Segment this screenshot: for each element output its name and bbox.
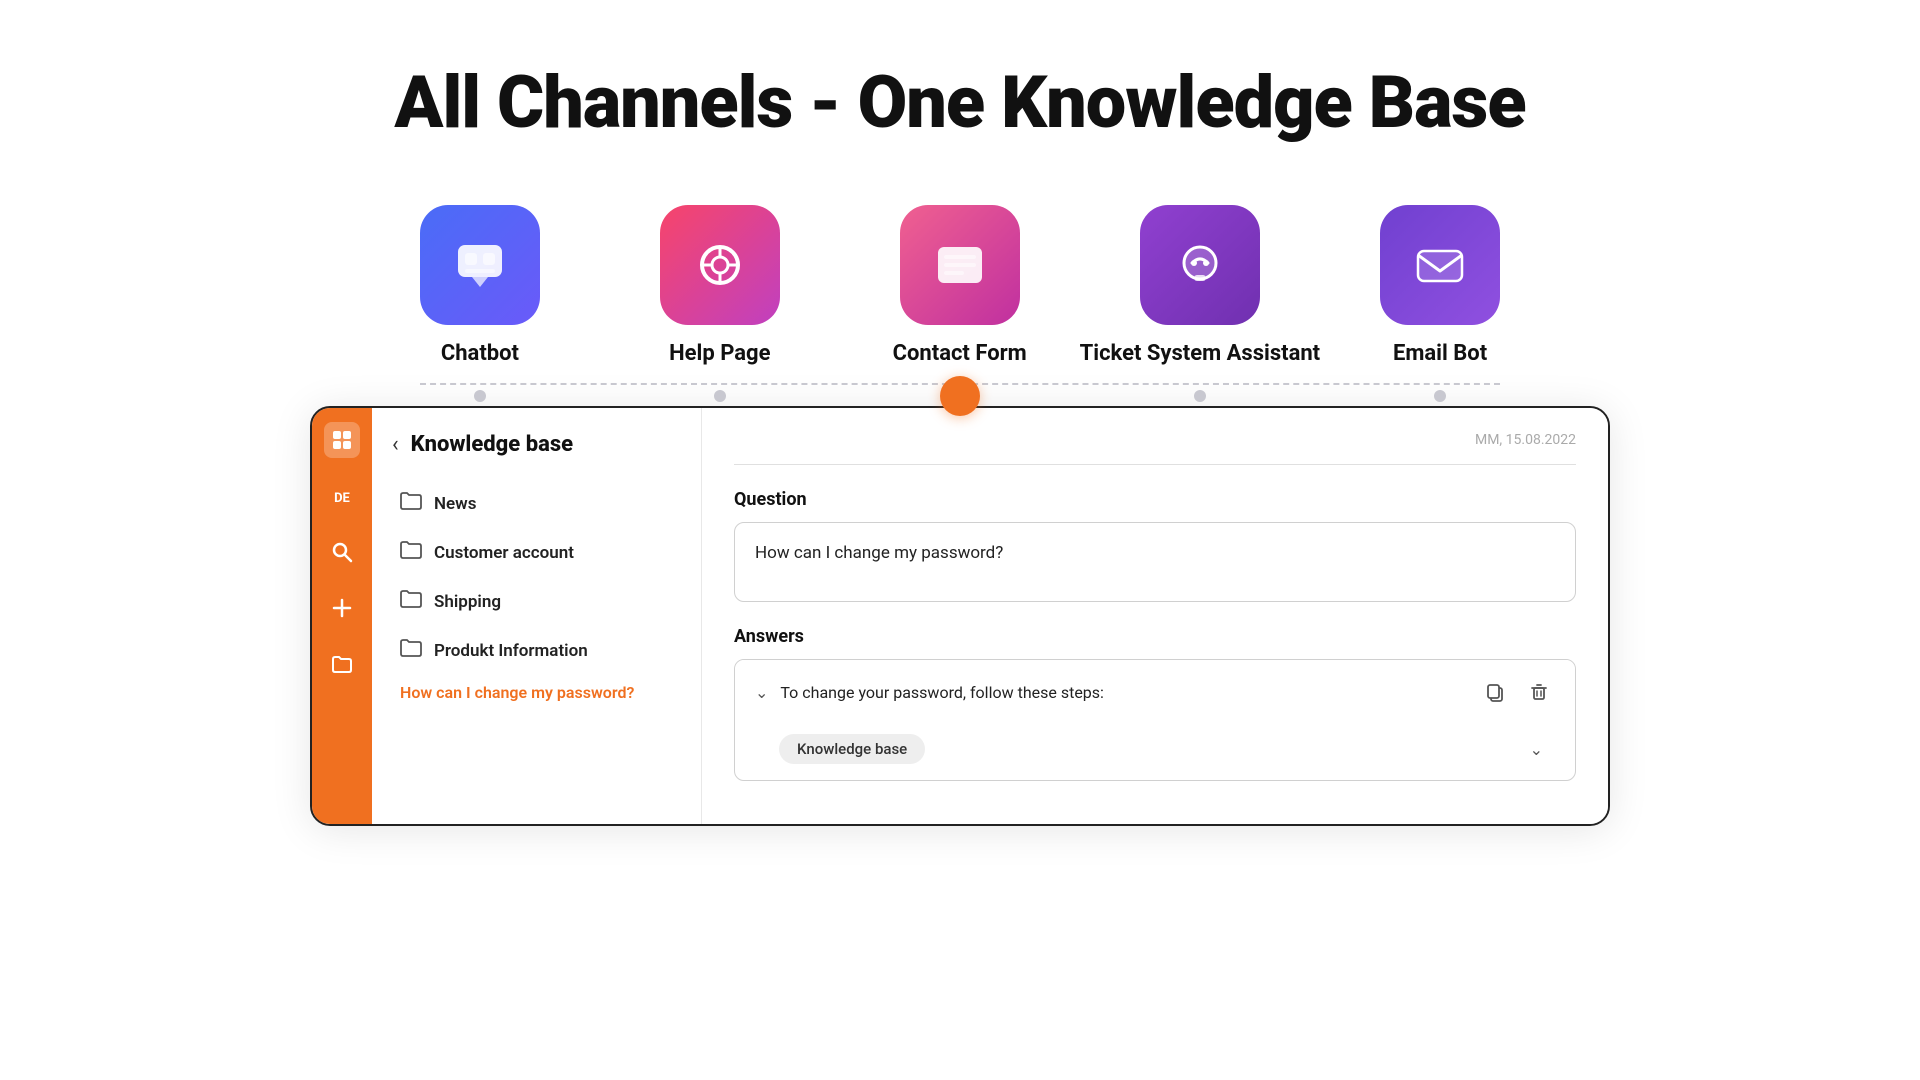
chatbot-label: Chatbot [441,341,519,366]
answer-tag[interactable]: Knowledge base [779,734,925,764]
sidebar-grid-icon[interactable] [324,422,360,458]
content-date: MM, 15.08.2022 [734,432,1576,448]
ticketsystem-label: Ticket System Assistant [1080,341,1321,366]
ticketsystem-dot [1194,390,1206,402]
sidebar-folder-icon[interactable] [324,646,360,682]
nav-item-customer-label: Customer account [434,543,574,563]
tag-chevron-icon: ⌄ [1530,740,1543,759]
channel-ticketsystem[interactable]: Ticket System Assistant [1080,205,1321,366]
answers-section: Answers ⌄ To change your password, follo… [734,626,1576,781]
contactform-icon-wrap [900,205,1020,325]
emailbot-icon-wrap [1380,205,1500,325]
nav-item-produkt-label: Produkt Information [434,641,588,661]
ticketsystem-icon-wrap [1140,205,1260,325]
sidebar-search-icon[interactable] [324,534,360,570]
folder-icon-news [400,491,422,516]
channel-chatbot[interactable]: Chatbot [360,205,600,366]
answer-text: To change your password, follow these st… [780,683,1467,702]
answer-card: ⌄ To change your password, follow these … [734,659,1576,781]
nav-panel: ‹ Knowledge base News [372,408,702,824]
channel-contactform[interactable]: Contact Form [840,205,1080,366]
chatbot-dot [474,390,486,402]
nav-item-news[interactable]: News [392,481,681,526]
content-divider [734,464,1576,465]
sidebar-plus-icon[interactable] [324,590,360,626]
nav-item-news-label: News [434,494,476,514]
question-section-label: Question [734,489,1576,510]
contactform-label: Contact Form [893,341,1027,366]
channel-helppage[interactable]: Help Page [600,205,840,366]
contactform-dot-active [940,376,980,416]
channels-row: Chatbot Help Page [360,205,1560,366]
sidebar-lang[interactable]: DE [324,478,360,514]
answer-card-header: ⌄ To change your password, follow these … [735,660,1575,724]
page-title: All Channels - One Knowledge Base [394,60,1525,145]
helppage-label: Help Page [669,341,770,366]
content-panel: MM, 15.08.2022 Question How can I change… [702,408,1608,824]
helppage-dot [714,390,726,402]
answer-copy-button[interactable] [1479,676,1511,708]
nav-back-button[interactable]: ‹ [392,432,399,457]
nav-item-produkt-info[interactable]: Produkt Information [392,628,681,673]
folder-icon-customer [400,540,422,565]
channel-emailbot[interactable]: Email Bot [1320,205,1560,366]
folder-icon-produkt [400,638,422,663]
nav-item-shipping[interactable]: Shipping [392,579,681,624]
nav-active-item[interactable]: How can I change my password? [392,673,681,712]
helppage-icon-wrap [660,205,780,325]
answer-delete-button[interactable] [1523,676,1555,708]
answer-expand-icon[interactable]: ⌄ [755,683,768,702]
nav-title: Knowledge base [411,432,573,457]
folder-icon-shipping [400,589,422,614]
emailbot-label: Email Bot [1393,341,1487,366]
nav-item-shipping-label: Shipping [434,592,501,612]
answer-tag-row: Knowledge base ⌄ [735,724,1575,780]
answers-section-label: Answers [734,626,1576,647]
nav-list: News Customer account [392,481,681,673]
chatbot-icon-wrap [420,205,540,325]
question-box: How can I change my password? [734,522,1576,602]
ui-mockup: DE [310,406,1610,826]
answer-actions [1479,676,1555,708]
nav-header: ‹ Knowledge base [392,432,681,457]
nav-item-customer-account[interactable]: Customer account [392,530,681,575]
sidebar: DE [312,408,372,824]
emailbot-dot [1434,390,1446,402]
